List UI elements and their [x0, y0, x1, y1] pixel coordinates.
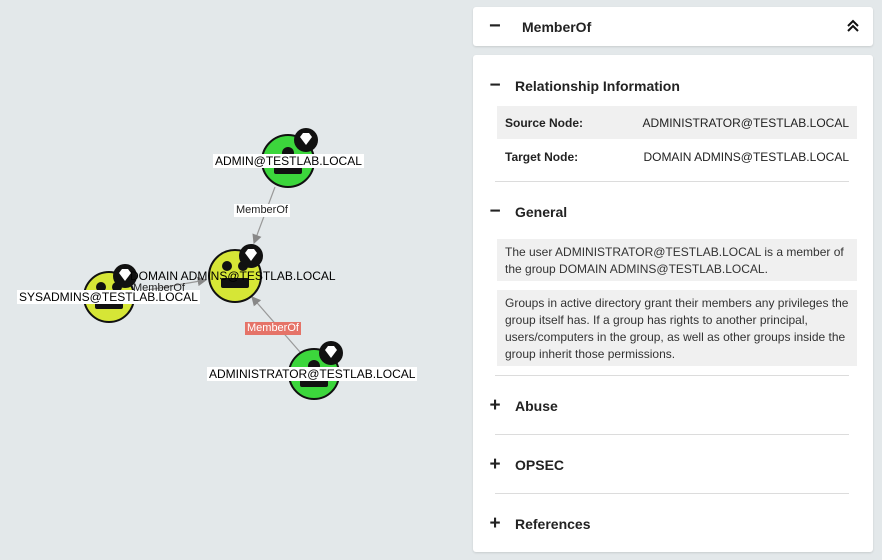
section-general-toggle[interactable]: − — [488, 202, 502, 222]
edge-info-panel: − Relationship Information Source Node: … — [473, 55, 873, 552]
section-relationship-toggle[interactable]: − — [488, 76, 502, 96]
section-abuse-header[interactable]: + Abuse — [473, 395, 873, 419]
edge-info-header: − MemberOf — [473, 7, 873, 46]
graph-canvas[interactable]: ADMIN@TESTLAB.LOCAL DOMAIN ADMINS@TESTLA… — [0, 0, 470, 560]
source-node-key: Source Node: — [505, 116, 584, 130]
section-opsec-header[interactable]: + OPSEC — [473, 454, 873, 478]
section-references-title: References — [515, 516, 591, 532]
diamond-icon — [239, 244, 263, 268]
diamond-icon — [294, 128, 318, 152]
edge-label-sysadmins[interactable]: MemberOf — [131, 282, 187, 295]
section-general-header[interactable]: − General — [473, 201, 873, 225]
divider — [495, 493, 849, 494]
section-opsec-toggle[interactable]: + — [488, 455, 502, 475]
section-abuse-title: Abuse — [515, 398, 558, 414]
general-paragraph-2: Groups in active directory grant their m… — [497, 290, 857, 366]
source-node-value[interactable]: ADMINISTRATOR@TESTLAB.LOCAL — [643, 116, 849, 130]
node-label-domain-admins: DOMAIN ADMINS@TESTLAB.LOCAL — [130, 269, 336, 283]
target-node-value[interactable]: DOMAIN ADMINS@TESTLAB.LOCAL — [643, 150, 849, 164]
divider — [495, 434, 849, 435]
source-node-row: Source Node: ADMINISTRATOR@TESTLAB.LOCAL — [497, 106, 857, 139]
section-general-title: General — [515, 204, 568, 220]
section-relationship-header[interactable]: − Relationship Information — [473, 75, 873, 99]
double-chevron-up-icon[interactable] — [845, 18, 861, 34]
target-node-key: Target Node: — [505, 150, 579, 164]
diamond-icon — [319, 341, 343, 365]
node-label-administrator: ADMINISTRATOR@TESTLAB.LOCAL — [207, 367, 418, 381]
header-toggle[interactable]: − — [489, 16, 501, 36]
general-paragraph-1: The user ADMINISTRATOR@TESTLAB.LOCAL is … — [497, 239, 857, 281]
divider — [495, 181, 849, 182]
section-opsec-title: OPSEC — [515, 457, 565, 473]
section-references-header[interactable]: + References — [473, 513, 873, 537]
section-abuse-toggle[interactable]: + — [488, 396, 502, 416]
target-node-row: Target Node: DOMAIN ADMINS@TESTLAB.LOCAL — [497, 140, 857, 173]
section-relationship-title: Relationship Information — [515, 78, 680, 94]
header-title: MemberOf — [522, 19, 592, 35]
divider — [495, 375, 849, 376]
edge-label-admin[interactable]: MemberOf — [234, 204, 290, 217]
node-label-admin: ADMIN@TESTLAB.LOCAL — [213, 154, 364, 168]
edge-label-administrator[interactable]: MemberOf — [245, 322, 301, 335]
section-references-toggle[interactable]: + — [488, 514, 502, 534]
